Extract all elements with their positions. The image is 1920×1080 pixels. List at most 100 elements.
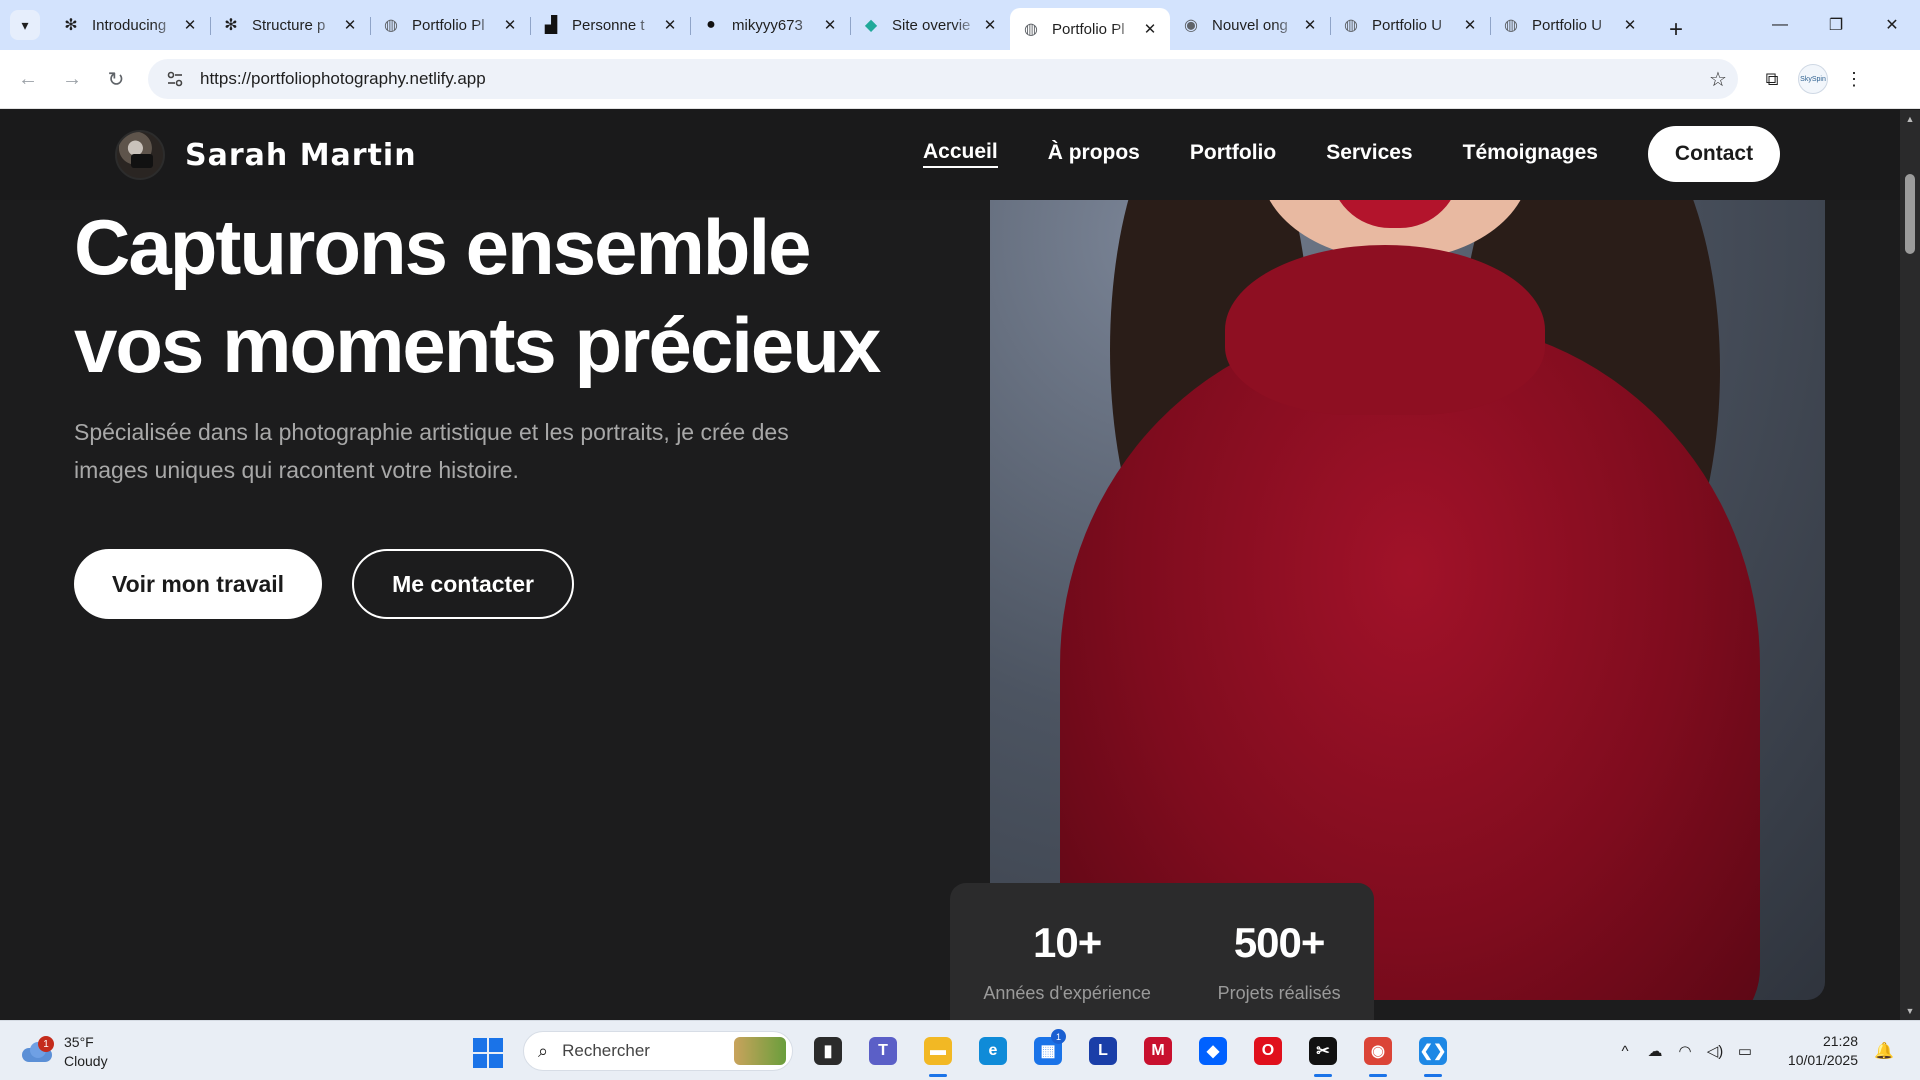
url-text[interactable]: https://portfoliophotography.netlify.app <box>200 69 1698 89</box>
brand-avatar <box>115 130 165 180</box>
browser-tab[interactable]: ✻ Structure p ✕ <box>210 5 370 45</box>
menu-kebab-icon[interactable]: ⋮ <box>1828 69 1880 90</box>
weather-badge: 1 <box>38 1036 54 1052</box>
web-page: Sarah Martin Accueil À propos Portfolio … <box>0 110 1900 1020</box>
battery-icon[interactable]: ▭ <box>1730 1042 1760 1060</box>
weather-widget[interactable]: 1 35°F Cloudy <box>20 1033 108 1071</box>
tab-close-icon[interactable]: ✕ <box>1460 15 1480 35</box>
start-button[interactable] <box>473 1038 503 1068</box>
taskbar-app-edge[interactable]: e <box>971 1031 1015 1071</box>
nav-accueil[interactable]: Accueil <box>923 140 998 168</box>
nav-a-propos[interactable]: À propos <box>1048 141 1140 167</box>
taskbar-app-opera[interactable]: O <box>1246 1031 1290 1071</box>
scroll-thumb[interactable] <box>1905 174 1915 254</box>
taskbar-app-microsoft-store[interactable]: ▦ 1 <box>1026 1029 1070 1071</box>
notification-bell-icon[interactable]: 🔔 <box>1872 1041 1896 1061</box>
taskbar-app-dropbox[interactable]: ◆ <box>1191 1031 1235 1071</box>
tab-search-button[interactable]: ▾ <box>0 0 50 50</box>
chrome-icon: ◉ <box>1364 1037 1392 1065</box>
clock-time: 21:28 <box>1822 1033 1858 1049</box>
tab-title: Portfolio Pl <box>1052 20 1125 38</box>
scroll-up-icon[interactable]: ▲ <box>1904 114 1916 124</box>
close-window-button[interactable]: ✕ <box>1864 0 1920 50</box>
taskbar-app-mcafee[interactable]: M <box>1136 1031 1180 1071</box>
mcafee-icon: M <box>1144 1037 1172 1065</box>
app-badge: 1 <box>1051 1029 1066 1044</box>
browser-tab[interactable]: ◍ Portfolio Pl ✕ <box>370 5 530 45</box>
nav-services[interactable]: Services <box>1326 141 1412 167</box>
new-tab-button[interactable]: + <box>1656 10 1696 50</box>
hero-portrait-image <box>990 150 1825 1000</box>
browser-tab[interactable]: ● mikyyy673 ✕ <box>690 5 850 45</box>
nav-portfolio[interactable]: Portfolio <box>1190 141 1276 167</box>
browser-tab[interactable]: ◍ Portfolio U ✕ <box>1490 5 1650 45</box>
contact-button[interactable]: Contact <box>1648 126 1780 182</box>
clock[interactable]: 21:28 10/01/2025 <box>1774 1032 1858 1070</box>
back-button[interactable]: ← <box>6 57 50 101</box>
search-highlight-image <box>734 1037 786 1065</box>
contact-me-button[interactable]: Me contacter <box>352 549 574 619</box>
browser-tab[interactable]: ✻ Introducing ✕ <box>50 5 210 45</box>
nav-temoignages[interactable]: Témoignages <box>1463 141 1598 167</box>
vscode-icon: ❮❯ <box>1419 1037 1447 1065</box>
profile-avatar[interactable]: SkySpin <box>1798 64 1828 94</box>
teams-icon: T <box>869 1037 897 1065</box>
capcut-icon: ✂ <box>1309 1037 1337 1065</box>
taskbar-app-file-explorer[interactable]: ▬ <box>916 1031 960 1077</box>
taskbar-app-l-app[interactable]: L <box>1081 1031 1125 1071</box>
chevron-up-icon[interactable]: ^ <box>1610 1043 1640 1060</box>
search-icon: ⌕ <box>538 1040 549 1061</box>
running-indicator <box>929 1074 947 1077</box>
unsplash-icon: ▟ <box>544 17 558 34</box>
task-view-icon: ▮ <box>814 1037 842 1065</box>
onedrive-icon[interactable]: ☁ <box>1640 1042 1670 1060</box>
minimize-button[interactable]: — <box>1752 0 1808 50</box>
wifi-icon[interactable]: ◠ <box>1670 1042 1700 1060</box>
tab-close-icon[interactable]: ✕ <box>1300 15 1320 35</box>
tab-title: Structure p <box>252 16 326 34</box>
tab-close-icon[interactable]: ✕ <box>980 15 1000 35</box>
page-scrollbar[interactable]: ▲ ▼ <box>1900 110 1920 1020</box>
taskbar-app-capcut[interactable]: ✂ <box>1301 1031 1345 1077</box>
extensions-icon[interactable]: ⧉ <box>1746 69 1798 90</box>
tab-close-icon[interactable]: ✕ <box>1620 15 1640 35</box>
browser-tab[interactable]: ◉ Nouvel ong ✕ <box>1170 5 1330 45</box>
tab-close-icon[interactable]: ✕ <box>820 15 840 35</box>
search-placeholder: Rechercher <box>562 1041 650 1060</box>
globe-icon: ◍ <box>1024 21 1038 38</box>
tab-close-icon[interactable]: ✕ <box>660 15 680 35</box>
taskbar-app-teams[interactable]: T <box>861 1031 905 1071</box>
browser-tab-strip: ▾ ✻ Introducing ✕ ✻ Structure p ✕ ◍ Portfolio P… <box>0 0 1920 50</box>
bookmark-star-icon[interactable]: ☆ <box>1698 67 1738 92</box>
dropbox-icon: ◆ <box>1199 1037 1227 1065</box>
weather-temp: 35°F <box>64 1034 94 1050</box>
browser-tab[interactable]: ◆ Site overvie ✕ <box>850 5 1010 45</box>
hero-subtitle: Spécialisée dans la photographie artisti… <box>74 419 789 483</box>
taskbar-app-vscode[interactable]: ❮❯ <box>1411 1031 1455 1077</box>
brand[interactable]: Sarah Martin <box>115 130 417 180</box>
chrome-icon: ◉ <box>1184 17 1198 34</box>
browser-tab[interactable]: ◍ Portfolio Pl ✕ <box>1010 8 1170 50</box>
tab-title: Nouvel ong <box>1212 16 1288 34</box>
globe-icon: ◍ <box>1504 17 1518 34</box>
brand-name[interactable]: Sarah Martin <box>185 138 417 173</box>
browser-tab[interactable]: ▟ Personne t ✕ <box>530 5 690 45</box>
site-header: Sarah Martin Accueil À propos Portfolio … <box>0 110 1900 200</box>
volume-icon[interactable]: ◁) <box>1700 1042 1730 1060</box>
forward-button[interactable]: → <box>50 57 94 101</box>
taskbar-search[interactable]: ⌕ Rechercher <box>523 1031 793 1071</box>
site-info-icon[interactable] <box>164 68 186 90</box>
tab-close-icon[interactable]: ✕ <box>180 15 200 35</box>
tab-close-icon[interactable]: ✕ <box>340 15 360 35</box>
view-work-button[interactable]: Voir mon travail <box>74 549 322 619</box>
browser-tab[interactable]: ◍ Portfolio U ✕ <box>1330 5 1490 45</box>
tab-close-icon[interactable]: ✕ <box>1140 19 1160 39</box>
taskbar-app-task-view[interactable]: ▮ <box>806 1031 850 1071</box>
reload-button[interactable]: ↻ <box>94 57 138 101</box>
address-bar[interactable]: https://portfoliophotography.netlify.app… <box>148 59 1738 99</box>
file-explorer-icon: ▬ <box>924 1037 952 1065</box>
tab-close-icon[interactable]: ✕ <box>500 15 520 35</box>
restore-button[interactable]: ❐ <box>1808 0 1864 50</box>
scroll-down-icon[interactable]: ▼ <box>1904 1006 1916 1016</box>
taskbar-app-chrome[interactable]: ◉ <box>1356 1031 1400 1077</box>
